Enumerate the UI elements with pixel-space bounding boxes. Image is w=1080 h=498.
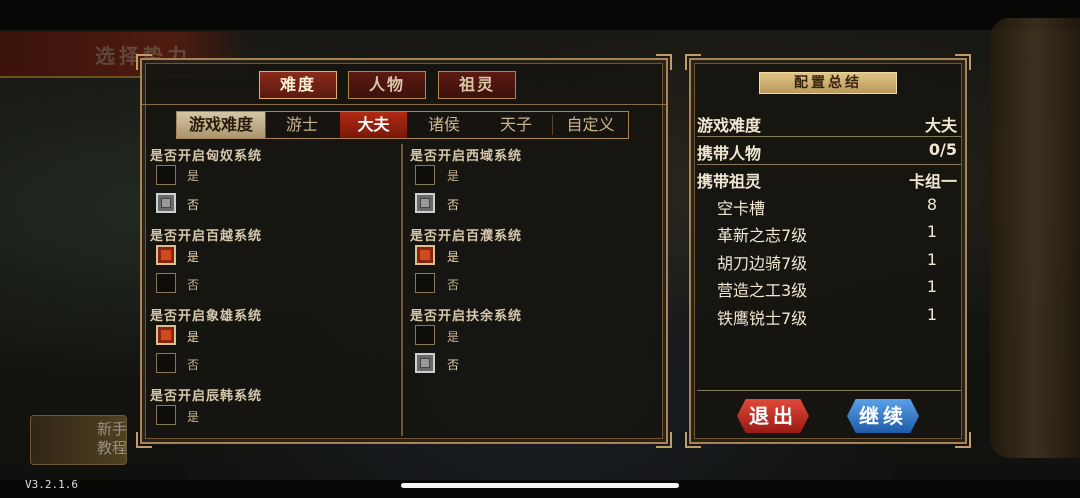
option-title-fuyu: 是否开启扶余系统 [410,309,523,324]
summary-subrow: 营造之工3级 1 [717,277,937,301]
checkbox-xiyu-no[interactable] [415,193,435,213]
exit-button[interactable]: 退出 [737,399,809,433]
option-title-chenhan: 是否开启辰韩系统 [150,389,263,404]
summary-subvalue: 1 [926,277,937,296]
summary-subrow: 空卡槽 8 [717,195,937,219]
checkbox-baipu-no[interactable] [415,273,435,293]
summary-value: 大夫 [924,116,957,135]
checkbox-xiongnu-yes[interactable] [156,165,176,185]
label-chenhan-yes: 是 [187,410,200,424]
difficulty-option-custom[interactable]: 自定义 [553,112,628,138]
summary-key: 游戏难度 [697,116,762,135]
summary-row-characters: 携带人物 0/5 [697,137,961,165]
label-xiyu-no: 否 [447,198,460,212]
summary-key: 携带祖灵 [697,172,762,191]
label-xiangxiong-no: 否 [187,358,200,372]
summary-value: 0/5 [928,140,957,159]
checkbox-chenhan-yes[interactable] [156,405,176,425]
summary-subkey: 胡刀边骑7级 [717,254,808,273]
difficulty-selector: 游戏难度 游士 大夫 诸侯 天子 自定义 [176,111,629,139]
label-xiangxiong-yes: 是 [187,330,200,344]
summary-subvalue: 8 [926,195,937,214]
checkbox-fuyu-yes[interactable] [415,325,435,345]
label-baiyue-yes: 是 [187,250,200,264]
checkbox-xiyu-yes[interactable] [415,165,435,185]
difficulty-option-zhuhou[interactable]: 诸侯 [409,112,479,138]
summary-subkey: 铁鹰锐士7级 [717,309,808,328]
summary-row-ancestors: 携带祖灵 卡组一 [697,165,961,192]
label-baipu-no: 否 [447,278,460,292]
version-label: V3.2.1.6 [25,478,78,491]
label-xiongnu-no: 否 [187,198,200,212]
option-title-baiyue: 是否开启百越系统 [150,229,263,244]
tab-ancestors[interactable]: 祖灵 [438,71,516,99]
label-fuyu-yes: 是 [447,330,460,344]
summary-subvalue: 1 [926,222,937,241]
summary-subkey: 空卡槽 [717,199,766,218]
summary-subkey: 革新之志7级 [717,226,808,245]
label-baiyue-no: 否 [187,278,200,292]
label-fuyu-no: 否 [447,358,460,372]
summary-value: 卡组一 [908,172,957,191]
label-baipu-yes: 是 [447,250,460,264]
tab-characters[interactable]: 人物 [348,71,426,99]
label-xiongnu-yes: 是 [187,169,200,183]
option-title-xiongnu: 是否开启匈奴系统 [150,149,263,164]
summary-subkey: 营造之工3级 [717,281,808,300]
checkbox-xiongnu-no[interactable] [156,193,176,213]
checkbox-baiyue-yes[interactable] [156,245,176,265]
summary-panel: 配置总结 游戏难度 大夫 携带人物 0/5 携带祖灵 卡组一 空卡槽 8 革新之… [685,54,971,448]
summary-key: 携带人物 [697,144,762,163]
difficulty-option-dafu[interactable]: 大夫 [340,112,407,138]
summary-subrow: 铁鹰锐士7级 1 [717,305,937,329]
checkbox-baipu-yes[interactable] [415,245,435,265]
difficulty-option-youshi[interactable]: 游士 [266,112,338,138]
tab-difficulty[interactable]: 难度 [259,71,337,99]
tab-divider [142,104,666,105]
checkbox-fuyu-no[interactable] [415,353,435,373]
summary-row-difficulty: 游戏难度 大夫 [697,109,961,137]
continue-button[interactable]: 继续 [847,399,919,433]
checkbox-xiangxiong-yes[interactable] [156,325,176,345]
home-indicator[interactable] [401,483,679,488]
option-title-xiyu: 是否开启西域系统 [410,149,523,164]
settings-panel: 难度 人物 祖灵 游戏难度 游士 大夫 诸侯 天子 自定义 是否开启匈奴系统 是… [136,54,672,448]
summary-divider [697,390,961,391]
option-title-xiangxiong: 是否开启象雄系统 [150,309,263,324]
summary-header: 配置总结 [759,72,897,94]
difficulty-label: 游戏难度 [177,112,266,138]
summary-subrow: 革新之志7级 1 [717,222,937,246]
summary-subvalue: 1 [926,305,937,324]
difficulty-option-tianzi[interactable]: 天子 [481,112,551,138]
checkbox-xiangxiong-no[interactable] [156,353,176,373]
checkbox-baiyue-no[interactable] [156,273,176,293]
summary-subrow: 胡刀边骑7级 1 [717,250,937,274]
label-xiyu-yes: 是 [447,169,460,183]
column-divider [401,144,403,436]
option-title-baipu: 是否开启百濮系统 [410,229,523,244]
summary-subvalue: 1 [926,250,937,269]
